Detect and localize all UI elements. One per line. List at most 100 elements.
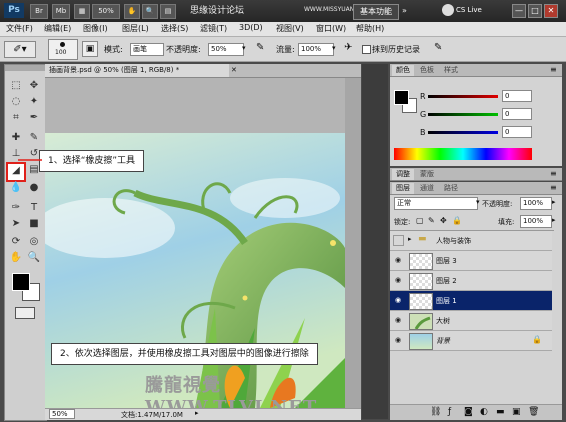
layer-opacity-dropdown-icon[interactable]: ▸ <box>552 198 556 206</box>
layer-row[interactable]: ◉ 图层 2 <box>390 271 552 291</box>
opacity-field[interactable]: 50% <box>208 43 244 56</box>
eyedropper-tool-icon[interactable]: ✒ <box>27 111 41 125</box>
green-slider[interactable] <box>428 113 498 116</box>
lock-all-icon[interactable]: 🔒 <box>452 216 462 225</box>
pressure-opacity-icon[interactable]: ✎ <box>256 42 264 53</box>
mode-select[interactable]: 画笔 <box>130 43 164 56</box>
eye-icon[interactable]: ◉ <box>393 336 403 344</box>
menu-filter[interactable]: 滤镜(T) <box>200 23 227 34</box>
tab-close-icon[interactable]: ✕ <box>231 66 237 74</box>
3d-rotate-tool-icon[interactable]: ⟳ <box>9 235 23 249</box>
zoom-tool-icon[interactable]: 🔍 <box>142 4 158 19</box>
blue-slider[interactable] <box>428 131 498 134</box>
menu-window[interactable]: 窗口(W) <box>316 23 346 34</box>
marquee-tool-icon[interactable]: ⬚ <box>9 79 23 93</box>
opacity-dropdown-icon[interactable]: ▾ <box>242 44 246 52</box>
hand-tool-icon[interactable]: ✋ <box>124 4 140 19</box>
healing-brush-tool-icon[interactable]: ✚ <box>9 131 23 145</box>
red-value-field[interactable]: 0 <box>502 90 532 102</box>
menu-edit[interactable]: 编辑(E) <box>44 23 71 34</box>
tab-layers[interactable]: 图层 <box>392 183 414 194</box>
close-button[interactable]: ✕ <box>544 4 558 18</box>
new-layer-icon[interactable]: ▣ <box>512 407 521 417</box>
eye-icon[interactable]: ◉ <box>393 276 403 284</box>
path-selection-tool-icon[interactable]: ➤ <box>9 217 23 231</box>
tab-styles[interactable]: 样式 <box>440 65 462 76</box>
blend-mode-dropdown-icon[interactable]: ▾ <box>476 198 480 206</box>
dodge-tool-icon[interactable]: ● <box>27 181 41 195</box>
blue-value-field[interactable]: 0 <box>502 126 532 138</box>
menu-image[interactable]: 图像(I) <box>83 23 108 34</box>
tab-swatches[interactable]: 色板 <box>416 65 438 76</box>
add-mask-icon[interactable]: ◙ <box>464 407 473 417</box>
lasso-tool-icon[interactable]: ◌ <box>9 95 23 109</box>
toolbox-header[interactable] <box>5 65 46 71</box>
document-tab[interactable]: 插画背景.psd @ 50% (图层 1, RGB/8) * <box>45 64 229 77</box>
brush-tool-icon[interactable]: ✎ <box>27 131 41 145</box>
mini-bridge-button[interactable]: Mb <box>52 4 70 19</box>
status-menu-icon[interactable]: ▸ <box>195 409 199 417</box>
color-panel-foreground-swatch[interactable] <box>394 90 409 105</box>
pressure-size-icon[interactable]: ✎ <box>434 42 442 53</box>
bridge-button[interactable]: Br <box>30 4 48 19</box>
menu-file[interactable]: 文件(F) <box>6 23 33 34</box>
tab-masks[interactable]: 蒙版 <box>416 169 438 180</box>
workspace-essentials-button[interactable]: 基本功能 <box>353 4 399 20</box>
red-slider[interactable] <box>428 95 498 98</box>
green-value-field[interactable]: 0 <box>502 108 532 120</box>
quick-mask-mode-icon[interactable] <box>15 307 35 319</box>
pen-tool-icon[interactable]: ✑ <box>9 201 23 215</box>
new-group-icon[interactable]: ▬ <box>496 407 505 417</box>
cs-live-label[interactable]: CS Live <box>456 6 482 14</box>
flow-field[interactable]: 100% <box>298 43 334 56</box>
hand-tool-icon[interactable]: ✋ <box>9 251 23 265</box>
eye-icon[interactable]: ◉ <box>393 256 403 264</box>
tool-preset-picker[interactable]: ✐▾ <box>4 41 36 58</box>
layer-opacity-field[interactable]: 100% <box>520 197 552 210</box>
zoom-tool-icon[interactable]: 🔍 <box>27 251 41 265</box>
workspace-menu-icon[interactable]: » <box>402 6 407 15</box>
layer-row-group[interactable]: ▸ ▬ 人物与装饰 <box>390 231 552 251</box>
menu-layer[interactable]: 图层(L) <box>122 23 149 34</box>
panel-menu-icon[interactable]: ≡ <box>550 65 557 74</box>
type-tool-icon[interactable]: T <box>27 201 41 215</box>
lock-image-icon[interactable]: ✎ <box>428 216 435 225</box>
arrange-documents-icon[interactable]: ▤ <box>160 4 176 19</box>
flow-dropdown-icon[interactable]: ▾ <box>332 44 336 52</box>
cs-live-icon[interactable] <box>442 4 454 16</box>
layer-row[interactable]: ◉ 大树 <box>390 311 552 331</box>
expand-arrow-icon[interactable]: ▸ <box>408 235 412 243</box>
status-zoom-field[interactable]: 50% <box>49 409 75 419</box>
layer-row-selected[interactable]: ◉ 图层 1 <box>390 291 552 311</box>
minimize-button[interactable]: — <box>512 4 526 18</box>
fill-dropdown-icon[interactable]: ▸ <box>552 216 556 224</box>
blur-tool-icon[interactable]: 💧 <box>9 181 23 195</box>
tab-color[interactable]: 颜色 <box>392 65 414 76</box>
quick-selection-tool-icon[interactable]: ✦ <box>27 95 41 109</box>
menu-select[interactable]: 选择(S) <box>161 23 188 34</box>
layers-menu-icon[interactable]: ≡ <box>550 183 557 192</box>
menu-3d[interactable]: 3D(D) <box>239 23 263 32</box>
brush-panel-toggle-icon[interactable]: ▣ <box>82 41 98 57</box>
tab-channels[interactable]: 通道 <box>416 183 438 194</box>
lock-transparency-icon[interactable]: ▢ <box>416 216 424 225</box>
airbrush-icon[interactable]: ✈ <box>344 42 352 53</box>
fill-field[interactable]: 100% <box>520 215 552 228</box>
adjustment-layer-icon[interactable]: ◐ <box>480 407 488 417</box>
shape-tool-icon[interactable]: ■ <box>27 217 41 231</box>
menu-view[interactable]: 视图(V) <box>276 23 304 34</box>
zoom-level-dropdown[interactable]: 50% <box>92 4 120 19</box>
color-ramp[interactable] <box>394 148 532 160</box>
tab-adjustments[interactable]: 调整 <box>392 169 414 180</box>
link-layers-icon[interactable]: ⛓ <box>430 407 441 417</box>
document-canvas-area[interactable]: 1、选择“橡皮擦”工具 2、依次选择图层，并使用橡皮擦工具对图层中的图像进行擦除… <box>18 78 361 418</box>
view-extras-icon[interactable]: ▦ <box>74 4 90 19</box>
layer-row-background[interactable]: ◉ 背景 🔒 <box>390 331 552 351</box>
visibility-toggle[interactable] <box>393 235 404 246</box>
layer-style-icon[interactable]: ƒ <box>448 407 451 417</box>
menu-help[interactable]: 帮助(H) <box>356 23 384 34</box>
eye-icon[interactable]: ◉ <box>393 296 403 304</box>
blend-mode-select[interactable]: 正常 <box>394 197 478 210</box>
delete-layer-icon[interactable]: 🗑 <box>528 407 539 417</box>
eye-icon[interactable]: ◉ <box>393 316 403 324</box>
